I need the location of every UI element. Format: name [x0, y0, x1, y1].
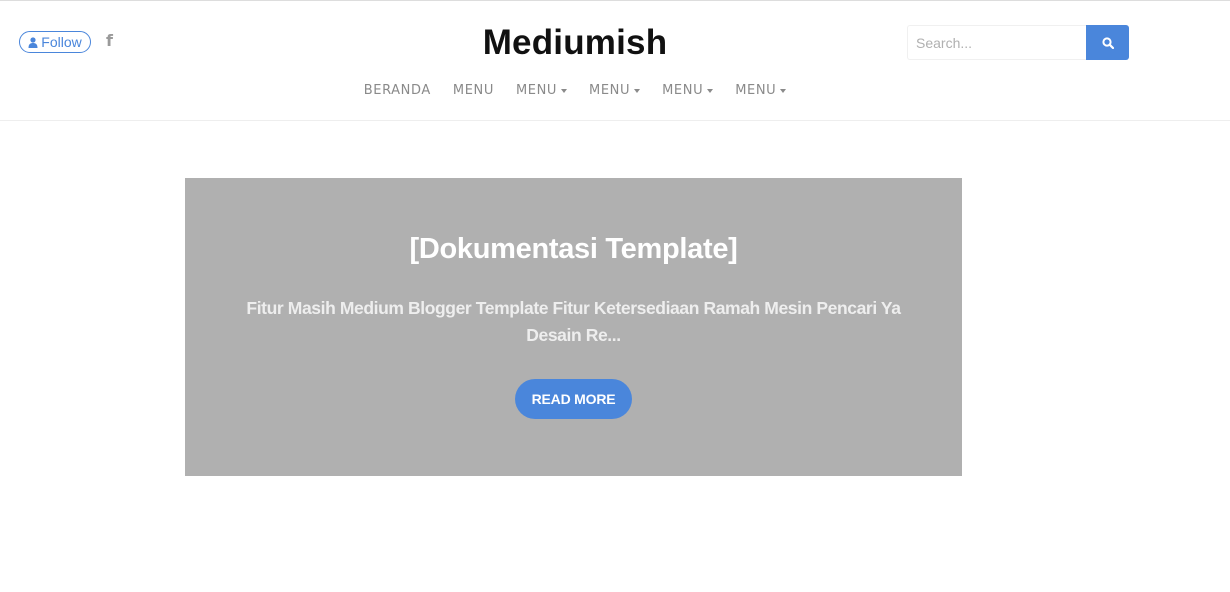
- nav-item-label: MENU: [735, 83, 777, 98]
- search-button[interactable]: [1086, 25, 1129, 60]
- featured-post-title[interactable]: [Dokumentasi Template]: [185, 233, 962, 266]
- nav-item-menu-3[interactable]: MENU: [578, 83, 651, 98]
- featured-post: [Dokumentasi Template] Fitur Masih Mediu…: [185, 178, 962, 476]
- nav-item-label: MENU: [662, 83, 704, 98]
- nav-item-menu-1[interactable]: MENU: [442, 83, 505, 98]
- caret-down-icon: [561, 88, 568, 93]
- caret-down-icon: [707, 88, 714, 93]
- search-form: [907, 25, 1129, 60]
- main-nav: BERANDA MENU MENU MENU MENU MENU: [0, 83, 1230, 98]
- nav-item-menu-4[interactable]: MENU: [651, 83, 724, 98]
- nav-item-beranda[interactable]: BERANDA: [353, 83, 442, 98]
- nav-item-label: MENU: [452, 83, 494, 98]
- nav-item-label: BERANDA: [363, 83, 431, 98]
- featured-post-excerpt: Fitur Masih Medium Blogger Template Fitu…: [246, 298, 901, 345]
- nav-item-label: MENU: [515, 83, 558, 98]
- search-input[interactable]: [907, 25, 1086, 60]
- nav-item-menu-2[interactable]: MENU: [505, 83, 578, 98]
- caret-down-icon: [780, 88, 787, 93]
- site-header: Follow f Mediumish BERANDA MENU MENU MEN…: [0, 1, 1230, 121]
- caret-down-icon: [634, 88, 641, 93]
- read-more-button[interactable]: READ MORE: [515, 379, 632, 419]
- nav-item-label: MENU: [589, 83, 631, 98]
- nav-item-menu-5[interactable]: MENU: [724, 83, 797, 98]
- search-icon: [1101, 36, 1114, 49]
